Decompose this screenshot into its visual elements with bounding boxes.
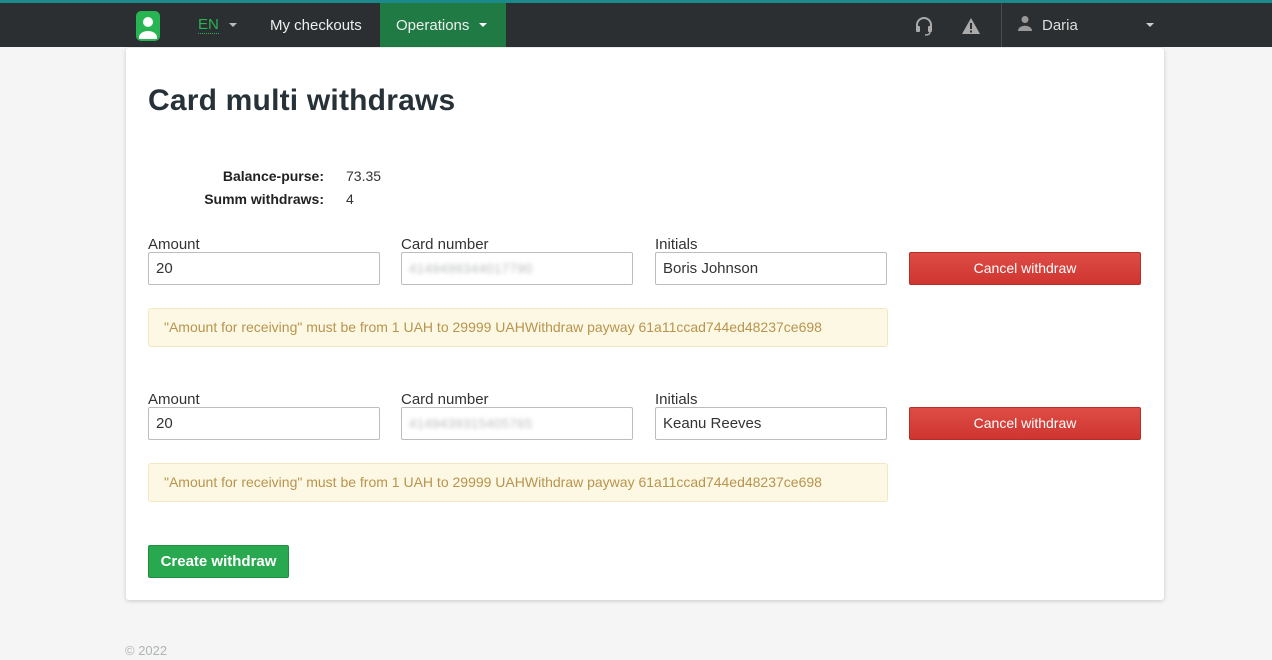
nav-my-checkouts[interactable]: My checkouts	[254, 3, 378, 47]
user-icon	[1018, 15, 1032, 35]
withdraw-item: Amount Card number Initials 20 414949934…	[148, 236, 1148, 376]
error-alert: "Amount for receiving" must be from 1 UA…	[148, 463, 888, 502]
language-dropdown[interactable]: EN	[198, 3, 237, 47]
nav-operations[interactable]: Operations	[380, 3, 506, 47]
top-navbar: EN My checkouts Operations Daria	[0, 0, 1272, 47]
withdraw-item: Amount Card number Initials 20 414943931…	[148, 391, 1148, 531]
amount-input[interactable]: 20	[148, 252, 380, 285]
card-number-label: Card number	[401, 391, 489, 408]
logo-icon[interactable]	[136, 11, 160, 41]
chevron-down-icon	[228, 23, 237, 27]
amount-input[interactable]: 20	[148, 407, 380, 440]
card-number-input[interactable]: 4149499344017790	[401, 252, 633, 285]
card-number-value: 4149499344017790	[409, 261, 533, 276]
initials-input[interactable]: Keanu Reeves	[655, 407, 887, 440]
cancel-withdraw-button[interactable]: Cancel withdraw	[909, 252, 1141, 285]
user-menu[interactable]: Daria	[1002, 3, 1164, 47]
balance-row: Balance-purse: 73.35	[126, 168, 426, 191]
withdraws-value: 4	[346, 191, 354, 207]
page-title: Card multi withdraws	[148, 84, 456, 117]
create-withdraw-button[interactable]: Create withdraw	[148, 545, 289, 578]
nav-operations-label: Operations	[396, 16, 470, 34]
initials-label: Initials	[655, 391, 698, 408]
card-number-input[interactable]: 4149439315405765	[401, 407, 633, 440]
summary: Balance-purse: 73.35 Summ withdraws: 4	[126, 168, 426, 214]
initials-label: Initials	[655, 236, 698, 253]
withdraws-label: Summ withdraws:	[204, 191, 324, 207]
balance-value: 73.35	[346, 168, 382, 184]
amount-label: Amount	[148, 391, 200, 408]
card-number-value: 4149439315405765	[409, 416, 533, 431]
chevron-down-icon	[1146, 23, 1154, 27]
warning-icon[interactable]	[961, 16, 981, 36]
balance-label: Balance-purse:	[222, 168, 324, 184]
headset-icon[interactable]	[914, 16, 934, 36]
footer-copyright: © 2022	[125, 643, 168, 658]
main-panel: Card multi withdraws Balance-purse: 73.3…	[126, 48, 1164, 600]
initials-input[interactable]: Boris Johnson	[655, 252, 887, 285]
chevron-down-icon	[479, 23, 488, 27]
withdraws-row: Summ withdraws: 4	[126, 191, 426, 214]
user-name: Daria	[1042, 16, 1078, 34]
amount-label: Amount	[148, 236, 200, 253]
error-alert: "Amount for receiving" must be from 1 UA…	[148, 308, 888, 347]
language-label: EN	[198, 15, 219, 34]
card-number-label: Card number	[401, 236, 489, 253]
cancel-withdraw-button[interactable]: Cancel withdraw	[909, 407, 1141, 440]
